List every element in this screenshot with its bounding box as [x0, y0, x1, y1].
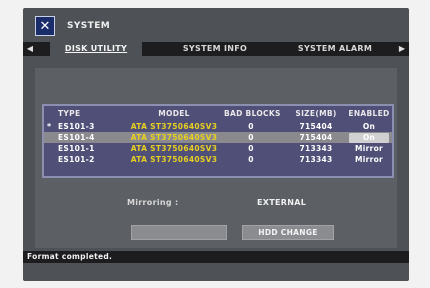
- disk-table: TYPE MODEL BAD BLOCKS SIZE(MB) ENABLED *…: [42, 104, 394, 178]
- disk-utility-panel: TYPE MODEL BAD BLOCKS SIZE(MB) ENABLED *…: [35, 68, 397, 248]
- header-model: MODEL: [158, 109, 190, 118]
- format-button[interactable]: [131, 225, 227, 240]
- system-window: ✕ SYSTEM ◀ DISK UTILITY SYSTEM INFO SYST…: [23, 8, 409, 281]
- table-row[interactable]: ES101-1 ATA ST3750640SV3 0 713343 Mirror: [44, 143, 392, 154]
- cell-size: 713343: [299, 144, 333, 153]
- cell-model: ATA ST3750640SV3: [130, 133, 218, 142]
- cell-type: ES101-2: [58, 155, 95, 164]
- tab-system-info[interactable]: SYSTEM INFO: [169, 42, 261, 56]
- enabled-value: On: [362, 122, 376, 131]
- window-title: SYSTEM: [67, 21, 111, 31]
- cell-bad-blocks: 0: [248, 155, 254, 164]
- tab-scroll-left-icon[interactable]: ◀: [25, 42, 35, 56]
- table-header-row: TYPE MODEL BAD BLOCKS SIZE(MB) ENABLED: [44, 108, 392, 120]
- cell-bad-blocks: 0: [248, 122, 254, 131]
- cell-size: 715404: [299, 122, 333, 131]
- tab-scroll-right-icon[interactable]: ▶: [397, 42, 407, 56]
- window-title-bar: ✕ SYSTEM: [35, 14, 235, 38]
- cell-enabled[interactable]: Mirror: [346, 154, 392, 165]
- cell-enabled[interactable]: Mirror: [346, 143, 392, 154]
- table-row[interactable]: ES101-4 ATA ST3750640SV3 0 715404 On: [44, 132, 392, 143]
- mirroring-value[interactable]: EXTERNAL: [257, 198, 306, 207]
- header-bad-blocks: BAD BLOCKS: [224, 109, 281, 118]
- header-enabled: ENABLED: [348, 109, 390, 118]
- tools-icon: ✕: [35, 16, 55, 36]
- header-type: TYPE: [58, 109, 81, 118]
- cell-bad-blocks: 0: [248, 133, 254, 142]
- hdd-change-button[interactable]: HDD CHANGE: [242, 225, 334, 240]
- tab-system-alarm[interactable]: SYSTEM ALARM: [285, 42, 385, 56]
- enabled-toggle[interactable]: On: [349, 133, 389, 143]
- mirroring-label: Mirroring :: [127, 198, 179, 207]
- cell-enabled[interactable]: On: [346, 132, 392, 143]
- cell-size: 713343: [299, 155, 333, 164]
- header-size: SIZE(MB): [295, 109, 337, 118]
- cell-enabled[interactable]: On: [346, 121, 392, 132]
- status-bar: Format completed.: [23, 251, 409, 263]
- dvr-screen: ✕ SYSTEM ◀ DISK UTILITY SYSTEM INFO SYST…: [0, 0, 430, 288]
- cell-type: ES101-1: [58, 144, 95, 153]
- cell-model: ATA ST3750640SV3: [130, 155, 218, 164]
- cell-type: ES101-4: [58, 133, 95, 142]
- table-row[interactable]: ES101-2 ATA ST3750640SV3 0 713343 Mirror: [44, 154, 392, 165]
- table-row[interactable]: * ES101-3 ATA ST3750640SV3 0 715404 On: [44, 121, 392, 132]
- cell-bad-blocks: 0: [248, 144, 254, 153]
- tab-bar: ◀ DISK UTILITY SYSTEM INFO SYSTEM ALARM …: [23, 42, 409, 56]
- cell-model: ATA ST3750640SV3: [130, 122, 218, 131]
- cell-model: ATA ST3750640SV3: [130, 144, 218, 153]
- cell-type: ES101-3: [58, 122, 95, 131]
- cell-size: 715404: [299, 133, 333, 142]
- tab-disk-utility[interactable]: DISK UTILITY: [50, 42, 142, 56]
- selection-marker: *: [47, 122, 52, 131]
